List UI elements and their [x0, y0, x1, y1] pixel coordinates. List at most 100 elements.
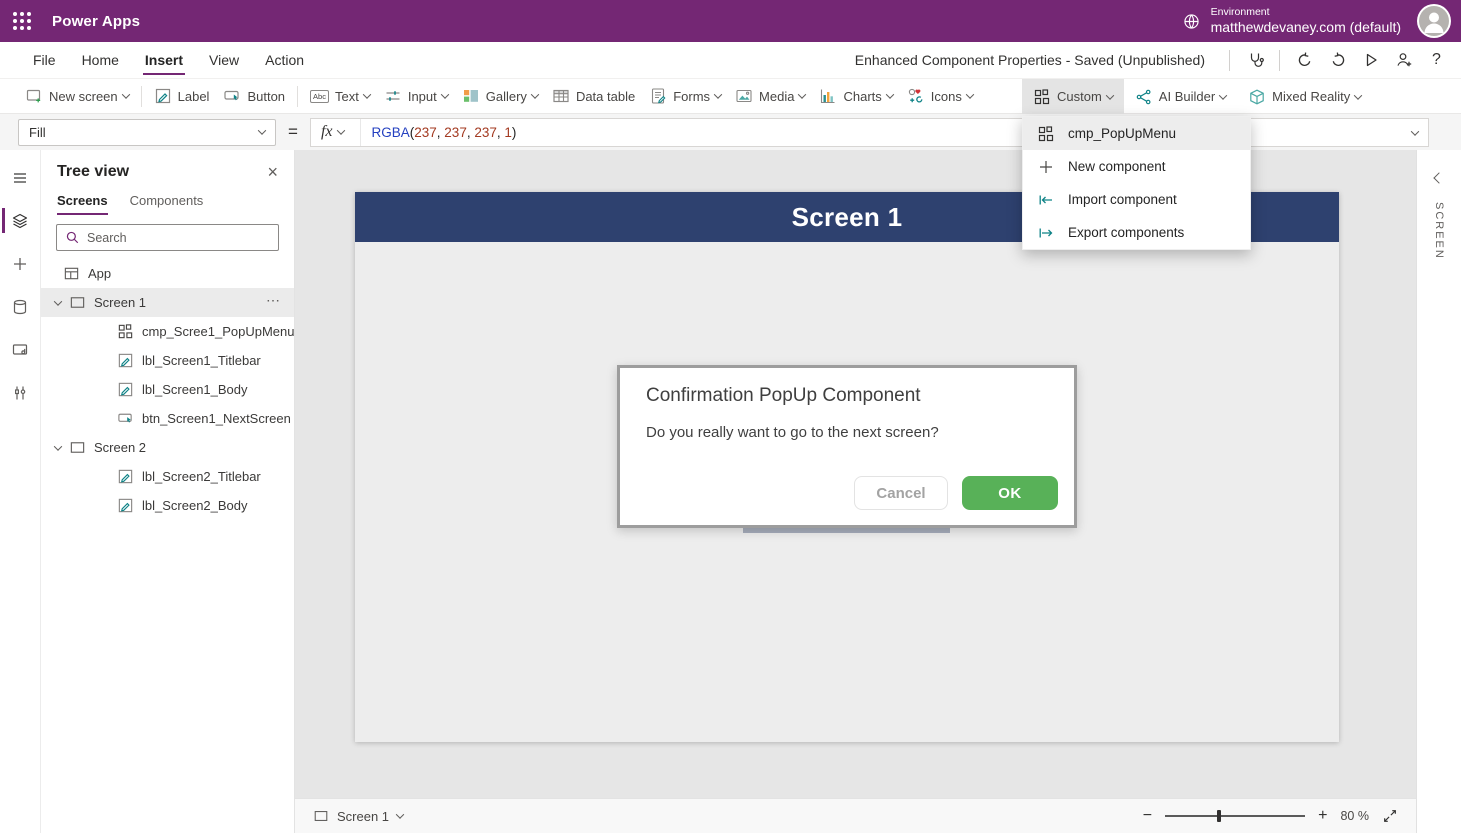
menu-view[interactable]: View [196, 42, 252, 78]
tree-item-screen2[interactable]: Screen 2 [41, 433, 294, 462]
chevron-down-icon [363, 90, 371, 98]
cancel-button[interactable]: Cancel [854, 476, 948, 510]
icons-menu[interactable]: Icons [900, 79, 980, 114]
app-icon [63, 265, 80, 282]
export-icon [1036, 224, 1056, 242]
waffle-menu-button[interactable] [0, 0, 44, 42]
media-menu[interactable]: Media [728, 79, 812, 114]
label-icon [117, 497, 134, 514]
fx-dropdown[interactable]: fx [311, 119, 362, 146]
divider [1279, 50, 1280, 71]
tree-item-lbl-screen1-body[interactable]: lbl_Screen1_Body [41, 375, 294, 404]
ai-builder-menu[interactable]: AI Builder [1124, 79, 1237, 114]
zoom-unit: % [1358, 809, 1369, 823]
tab-components[interactable]: Components [130, 187, 204, 215]
screen-selector[interactable]: Screen 1 [313, 808, 403, 824]
zoom-slider-thumb[interactable] [1217, 810, 1221, 822]
component-icon [1036, 125, 1056, 143]
button-button[interactable]: Button [216, 79, 292, 114]
tree-item-app[interactable]: App [41, 259, 294, 288]
data-table-button[interactable]: Data table [545, 79, 642, 114]
confirmation-popup-dialog[interactable]: Confirmation PopUp Component Do you real… [617, 365, 1077, 528]
menu-item-new-component[interactable]: New component [1023, 150, 1250, 183]
redo-icon[interactable] [1321, 45, 1354, 75]
charts-icon [819, 87, 837, 105]
charts-menu[interactable]: Charts [812, 79, 899, 114]
tree-item-lbl-screen2-body[interactable]: lbl_Screen2_Body [41, 491, 294, 520]
tools-icon [11, 384, 29, 402]
menu-file[interactable]: File [20, 42, 69, 78]
expand-panel-chevron-icon[interactable] [1433, 172, 1444, 183]
avatar-person-icon [1419, 6, 1449, 36]
button-icon [117, 410, 134, 427]
new-screen-button[interactable]: New screen [18, 79, 136, 114]
chevron-down-icon [886, 90, 894, 98]
more-options-icon[interactable]: ⋯ [266, 292, 281, 309]
text-menu[interactable]: Abc Text [303, 79, 377, 114]
fullscreen-icon[interactable] [1382, 808, 1398, 824]
menu-item-export-components[interactable]: Export components [1023, 216, 1250, 249]
chevron-down-icon[interactable] [49, 300, 67, 306]
tree-item-screen1[interactable]: Screen 1 ⋯ [41, 288, 294, 317]
properties-panel-collapsed: SCREEN [1416, 150, 1461, 833]
tree-item-btn-screen1-nextscreen[interactable]: btn_Screen1_NextScreen [41, 404, 294, 433]
equals-sign: = [288, 122, 298, 142]
chevron-down-icon [441, 90, 449, 98]
menu-home[interactable]: Home [69, 42, 132, 78]
menu-item-import-component[interactable]: Import component [1023, 183, 1250, 216]
zoom-slider[interactable] [1165, 815, 1305, 817]
chevron-down-icon [1219, 91, 1227, 99]
environment-switcher[interactable]: Environment matthewdevaney.com (default) [1182, 6, 1401, 37]
ai-builder-icon [1135, 88, 1153, 106]
menu-action[interactable]: Action [252, 42, 317, 78]
tree-item-lbl-screen2-titlebar[interactable]: lbl_Screen2_Titlebar [41, 462, 294, 491]
zoom-out-button[interactable]: − [1143, 807, 1152, 825]
label-icon [154, 87, 172, 105]
label-icon [117, 352, 134, 369]
rail-insert-button[interactable] [0, 242, 40, 285]
menu-bar: File Home Insert View Action Enhanced Co… [0, 42, 1461, 79]
forms-menu[interactable]: Forms [642, 79, 728, 114]
label-button[interactable]: Label [147, 79, 217, 114]
search-icon [65, 230, 80, 245]
mixed-reality-icon [1248, 88, 1266, 106]
rail-media-button[interactable] [0, 328, 40, 371]
chevron-down-icon [337, 126, 345, 134]
mixed-reality-menu[interactable]: Mixed Reality [1237, 79, 1372, 114]
menu-item-cmp-popupmenu[interactable]: cmp_PopUpMenu [1023, 117, 1250, 150]
media-screen-icon [11, 341, 29, 359]
chevron-down-icon [798, 90, 806, 98]
chevron-down-icon[interactable] [49, 445, 67, 451]
tree-item-cmp-scree1-popupmenu[interactable]: cmp_Scree1_PopUpMenu [41, 317, 294, 346]
ok-button[interactable]: OK [962, 476, 1058, 510]
undo-icon[interactable] [1288, 45, 1321, 75]
app-checker-icon[interactable] [1238, 45, 1271, 75]
avatar[interactable] [1417, 4, 1451, 38]
formula-expand-button[interactable] [1402, 123, 1428, 141]
environment-label: Environment [1211, 6, 1401, 19]
rail-tree-view-button[interactable] [0, 199, 40, 242]
chevron-down-icon [1411, 127, 1419, 135]
tree-item-lbl-screen1-titlebar[interactable]: lbl_Screen1_Titlebar [41, 346, 294, 375]
help-icon[interactable]: ? [1420, 45, 1453, 75]
rail-hamburger-button[interactable] [0, 156, 40, 199]
database-icon [11, 298, 29, 316]
app-name: Power Apps [52, 13, 140, 30]
close-icon[interactable]: × [267, 163, 278, 181]
custom-menu-button[interactable]: Custom [1022, 79, 1124, 114]
menu-insert[interactable]: Insert [132, 42, 196, 78]
top-header: Power Apps Environment matthewdevaney.co… [0, 0, 1461, 42]
property-selector[interactable]: Fill [18, 119, 276, 146]
gallery-menu[interactable]: Gallery [455, 79, 545, 114]
preview-play-icon[interactable] [1354, 45, 1387, 75]
zoom-in-button[interactable]: + [1318, 807, 1327, 825]
label-icon [117, 468, 134, 485]
search-input[interactable] [87, 231, 270, 245]
tab-screens[interactable]: Screens [57, 187, 108, 215]
rail-data-button[interactable] [0, 285, 40, 328]
power-apps-studio: Power Apps Environment matthewdevaney.co… [0, 0, 1461, 833]
input-menu[interactable]: Input [377, 79, 455, 114]
rail-advanced-tools-button[interactable] [0, 371, 40, 414]
insert-ribbon: New screen Label Button Abc Text Input G… [0, 79, 1461, 114]
share-icon[interactable] [1387, 45, 1420, 75]
